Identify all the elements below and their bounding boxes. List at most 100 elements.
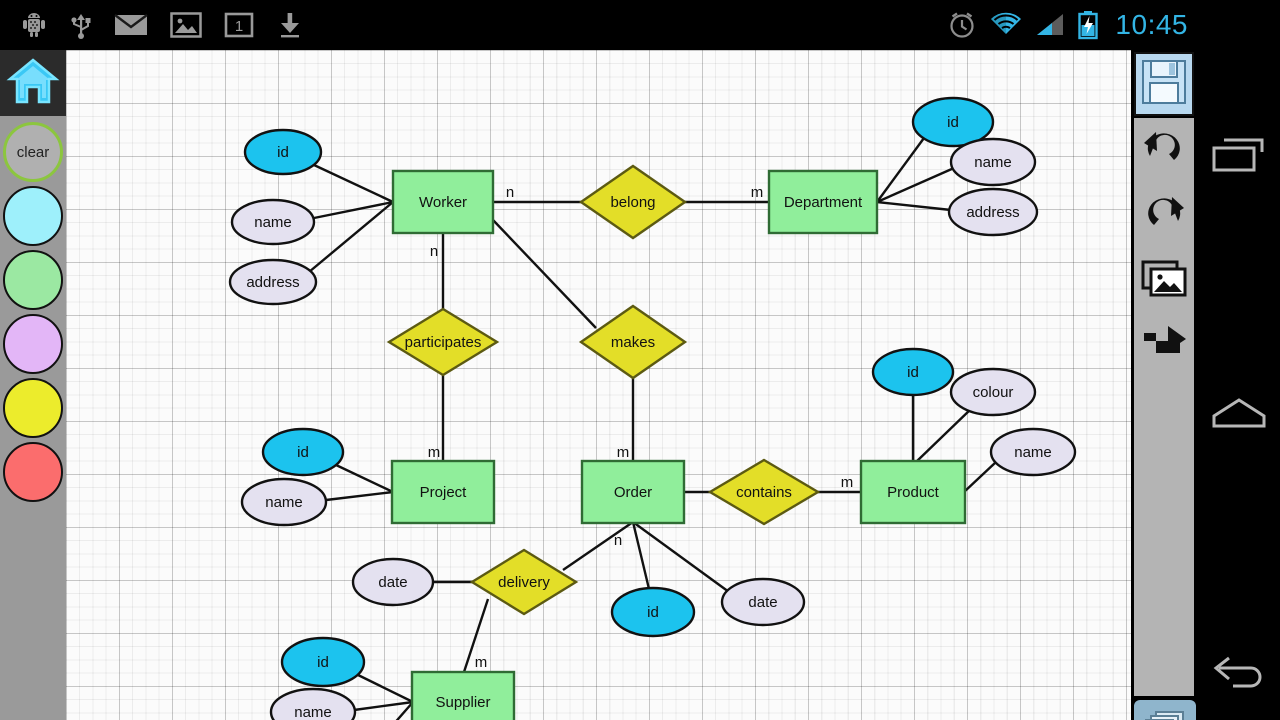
attribute-label: name xyxy=(1014,444,1052,461)
attribute-worker-address[interactable]: address xyxy=(228,258,318,306)
attribute-dept-address[interactable]: address xyxy=(947,187,1039,237)
attribute-worker-id[interactable]: id xyxy=(243,128,323,176)
entity-label: Worker xyxy=(419,194,467,211)
attribute-supplier-name[interactable]: name xyxy=(269,687,357,720)
pages-icon xyxy=(1142,709,1188,720)
entity-supplier[interactable]: Supplier xyxy=(410,670,516,720)
entity-project[interactable]: Project xyxy=(390,459,496,525)
share-icon xyxy=(1140,323,1188,368)
relationship-participates[interactable]: participates xyxy=(386,307,500,377)
app-home-button[interactable] xyxy=(0,50,66,116)
usb-icon xyxy=(70,11,92,39)
attribute-product-colour[interactable]: colour xyxy=(949,367,1037,417)
attribute-order-id[interactable]: id xyxy=(610,586,696,638)
action-toolbar xyxy=(1131,50,1197,720)
attribute-label: date xyxy=(378,574,407,591)
er-diagram: Worker Department Project Order Product Suppl… xyxy=(228,96,1077,720)
swatch-yellow[interactable] xyxy=(3,378,63,438)
attribute-worker-name[interactable]: name xyxy=(230,198,316,246)
email-icon xyxy=(114,12,148,38)
diagram-edge xyxy=(353,700,414,712)
attribute-product-id[interactable]: id xyxy=(871,347,955,397)
attribute-label: name xyxy=(254,214,292,231)
diagram-edge xyxy=(915,407,973,463)
diagram-edge xyxy=(308,201,394,273)
attribute-supplier-id[interactable]: id xyxy=(280,636,366,688)
android-nav-bar xyxy=(1197,50,1280,720)
attribute-product-name[interactable]: name xyxy=(989,427,1077,477)
attribute-label: id xyxy=(947,114,959,131)
attribute-dept-name[interactable]: name xyxy=(949,137,1037,187)
attribute-order-date[interactable]: date xyxy=(720,577,806,627)
status-system-icons: 10:45 xyxy=(947,0,1188,50)
redo-button[interactable] xyxy=(1134,183,1194,248)
swatch-violet[interactable] xyxy=(3,314,63,374)
app-screen: 1 10:45 clear Worker Department Project … xyxy=(0,0,1280,720)
relationship-label: participates xyxy=(405,334,482,351)
home-icon xyxy=(1210,396,1268,437)
attribute-delivery-date[interactable]: date xyxy=(351,557,435,607)
battery-charging-icon xyxy=(1077,10,1099,40)
relationship-label: belong xyxy=(610,194,655,211)
relationship-contains[interactable]: contains xyxy=(707,458,821,526)
calendar-one-icon: 1 xyxy=(224,11,254,39)
attribute-label: id xyxy=(297,444,309,461)
attribute-label: address xyxy=(246,274,299,291)
pages-button[interactable] xyxy=(1134,700,1196,720)
undo-icon xyxy=(1140,126,1188,175)
entity-label: Project xyxy=(420,484,468,501)
redo-icon xyxy=(1140,191,1188,240)
color-palette-sidebar: clear xyxy=(0,50,66,720)
attribute-label: id xyxy=(647,604,659,621)
relationship-belong[interactable]: belong xyxy=(578,164,688,240)
entity-label: Supplier xyxy=(435,694,490,711)
relationship-makes[interactable]: makes xyxy=(578,304,688,380)
cardinality-label: m xyxy=(617,444,630,461)
diagram-edge xyxy=(492,219,597,329)
attribute-label: id xyxy=(907,364,919,381)
save-icon xyxy=(1141,59,1187,110)
back-button[interactable] xyxy=(1197,624,1280,720)
swatch-red[interactable] xyxy=(3,442,63,502)
share-button[interactable] xyxy=(1134,313,1194,378)
relationship-delivery[interactable]: delivery xyxy=(469,548,579,616)
home-button[interactable] xyxy=(1197,366,1280,466)
signal-icon xyxy=(1035,12,1065,38)
attribute-label: name xyxy=(974,154,1012,171)
diagram-edge xyxy=(963,461,997,493)
undo-button[interactable] xyxy=(1134,118,1194,183)
attribute-project-id[interactable]: id xyxy=(261,427,345,477)
recent-apps-icon xyxy=(1210,134,1268,183)
clear-label: clear xyxy=(16,143,50,161)
drawing-canvas[interactable]: Worker Department Project Order Product Suppl… xyxy=(66,50,1131,720)
entity-worker[interactable]: Worker xyxy=(391,169,495,235)
entity-label: Order xyxy=(614,484,652,501)
image-icon xyxy=(170,11,202,39)
recent-apps-button[interactable] xyxy=(1197,108,1280,208)
cardinality-label: n xyxy=(614,532,622,549)
attribute-label: id xyxy=(277,144,289,161)
attribute-project-name[interactable]: name xyxy=(240,477,328,527)
swatch-clear[interactable]: clear xyxy=(3,122,63,182)
entity-department[interactable]: Department xyxy=(767,169,879,235)
status-notification-icons: 1 xyxy=(0,11,304,39)
diagram-edge xyxy=(335,463,394,494)
diagram-edge xyxy=(562,521,634,571)
entity-product[interactable]: Product xyxy=(859,459,967,525)
swatch-cyan[interactable] xyxy=(3,186,63,246)
swatch-green[interactable] xyxy=(3,250,63,310)
cardinality-label: m xyxy=(475,654,488,671)
home-icon xyxy=(6,57,60,110)
cardinality-label: n xyxy=(430,243,438,260)
entity-label: Product xyxy=(887,484,940,501)
entity-order[interactable]: Order xyxy=(580,459,686,525)
attribute-label: date xyxy=(748,594,777,611)
wifi-icon xyxy=(989,12,1023,38)
cardinality-label: m xyxy=(428,444,441,461)
diagram-edge xyxy=(325,490,394,502)
diagram-edge xyxy=(313,200,394,220)
gallery-icon xyxy=(1140,258,1188,303)
gallery-button[interactable] xyxy=(1134,248,1194,313)
save-button[interactable] xyxy=(1134,52,1194,116)
cardinality-label: m xyxy=(841,474,854,491)
